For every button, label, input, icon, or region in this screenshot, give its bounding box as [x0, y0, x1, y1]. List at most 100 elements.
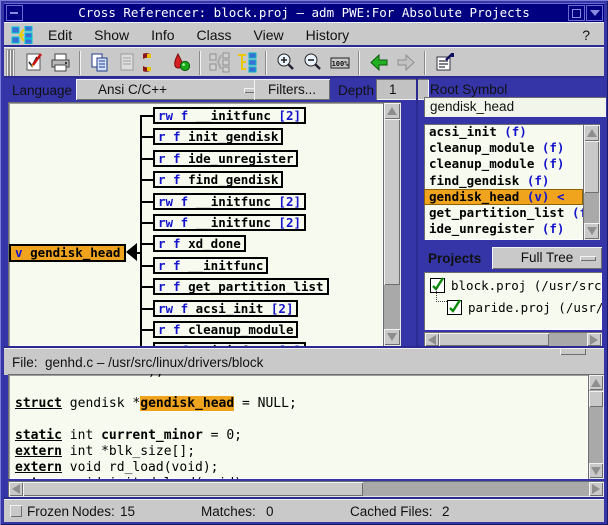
magnet-icon: [143, 52, 165, 74]
scroll-right-button[interactable]: [587, 333, 601, 346]
menu-item-history[interactable]: History: [295, 27, 361, 43]
depth-input[interactable]: 1: [376, 79, 429, 100]
graph-node[interactable]: r f get_partition_list: [153, 278, 329, 295]
root-graph-node[interactable]: v gendisk_head: [9, 244, 126, 262]
scroll-right-button[interactable]: [589, 482, 603, 496]
zoom-100-button[interactable]: 100%: [326, 50, 353, 76]
edit-check-button[interactable]: [20, 50, 47, 76]
code-line: extern int *blk_size[];: [15, 444, 588, 460]
unfold-tree-button[interactable]: [233, 50, 260, 76]
projects-tree[interactable]: block.proj (/usr/src/lin paride.proj (/us…: [424, 272, 602, 330]
frozen-toggle[interactable]: [10, 505, 22, 517]
code-text: int *blk_size[];: [62, 444, 195, 459]
project-label: block.proj (/usr/src/lin: [445, 278, 602, 293]
shade-icon: [590, 10, 600, 16]
projects-hscrollbar[interactable]: [424, 332, 602, 347]
maximize-button[interactable]: [568, 5, 585, 21]
root-symbol-input[interactable]: gendisk_head: [424, 97, 606, 117]
zoom-in-icon: [275, 52, 297, 74]
projects-mode-dropdown[interactable]: Full Tree: [492, 247, 602, 269]
project-tree-row[interactable]: paride.proj (/usr/src: [447, 298, 602, 316]
graph-connector: [140, 308, 153, 310]
zoom-out-button[interactable]: [299, 50, 326, 76]
file-label: File:: [12, 355, 38, 370]
symbol-list[interactable]: acsi_init (f)cleanup_module (f)cleanup_m…: [424, 124, 583, 240]
symbol-list-item[interactable]: cleanup_module (f): [424, 140, 583, 156]
code-line: [15, 380, 588, 396]
arrow-right-icon: [590, 335, 598, 345]
graph-node[interactable]: rw f __initfunc [2]: [153, 107, 306, 124]
scrollbar-thumb[interactable]: [23, 482, 363, 496]
graph-vscrollbar[interactable]: [383, 102, 401, 346]
shade-button[interactable]: [586, 5, 603, 21]
help-menu[interactable]: ?: [582, 27, 590, 43]
scroll-down-button[interactable]: [589, 463, 603, 478]
properties-button[interactable]: [431, 50, 458, 76]
menu-item-view[interactable]: View: [243, 27, 295, 43]
graph-node[interactable]: r f xd_done: [153, 235, 246, 252]
forward-disabled-button: [392, 50, 419, 76]
graph-node[interactable]: r f cleanup_module: [153, 321, 298, 338]
symbol-list-vscrollbar[interactable]: [583, 124, 600, 240]
language-label: Language: [12, 83, 72, 98]
project-checkbox[interactable]: [447, 300, 462, 315]
graph-connector-trunk: [140, 115, 142, 346]
pane-resize-handle[interactable]: [560, 348, 586, 355]
graph-node[interactable]: rw f acsi_init [2]: [153, 300, 298, 317]
menu-item-class[interactable]: Class: [186, 27, 243, 43]
scroll-down-button[interactable]: [584, 223, 599, 239]
menu-item-edit[interactable]: Edit: [37, 27, 83, 43]
scrollbar-thumb[interactable]: [439, 333, 549, 346]
menu-item-info[interactable]: Info: [140, 27, 185, 43]
symbol-list-item[interactable]: get_partition_list (f): [424, 205, 583, 221]
zoom-in-button[interactable]: [272, 50, 299, 76]
filters-button[interactable]: Filters...: [254, 79, 330, 100]
node-access-prefix: r f: [158, 151, 188, 166]
project-tree-row[interactable]: block.proj (/usr/src/lin: [430, 276, 602, 294]
code-hscrollbar[interactable]: [8, 481, 604, 497]
copy-button[interactable]: [86, 50, 113, 76]
symbol-list-item[interactable]: acsi_init (f): [424, 124, 583, 140]
scrollbar-thumb[interactable]: [584, 141, 599, 193]
scroll-down-button[interactable]: [384, 329, 400, 345]
symbol-list-item[interactable]: cleanup_module (f): [424, 156, 583, 172]
symbol-list-item[interactable]: find_gendisk (f): [424, 173, 583, 189]
scroll-left-button[interactable]: [425, 333, 439, 346]
back-button[interactable]: [365, 50, 392, 76]
scrollbar-thumb[interactable]: [384, 119, 400, 285]
symbol-kind: (f): [534, 140, 564, 155]
graph-node[interactable]: r f ide_unregister: [153, 150, 298, 167]
symbol-list-item[interactable]: ide_unregister (f): [424, 221, 583, 237]
source-code-view[interactable]: );struct gendisk *gendisk_head = NULL;st…: [8, 374, 588, 479]
file-path: genhd.c – /usr/src/linux/drivers/block: [45, 355, 263, 370]
graph-node[interactable]: r f find_gendisk: [153, 171, 283, 188]
code-keyword: extern: [15, 444, 62, 459]
title-bar[interactable]: Cross Referencer: block.proj – adm PWE:F…: [4, 3, 604, 23]
print-button[interactable]: [47, 50, 74, 76]
symbol-list-item[interactable]: gendisk_head (v) <: [424, 189, 583, 205]
edit-check-icon: [23, 52, 45, 74]
code-vscrollbar[interactable]: [588, 374, 604, 479]
symbol-kind: (f): [564, 205, 583, 220]
graph-node[interactable]: r f __initfunc: [153, 257, 268, 274]
code-text: gendisk *: [62, 396, 140, 411]
scroll-up-button[interactable]: [384, 103, 400, 119]
magnet-button[interactable]: [140, 50, 167, 76]
scroll-up-button[interactable]: [584, 125, 599, 141]
paint-drop-button[interactable]: [167, 50, 194, 76]
menu-item-show[interactable]: Show: [83, 27, 140, 43]
scroll-up-button[interactable]: [589, 375, 603, 390]
graph-node[interactable]: r f init_gendisk: [153, 128, 283, 145]
scrollbar-thumb[interactable]: [589, 391, 603, 407]
graph-node[interactable]: rw f __initfunc [2]: [153, 193, 306, 210]
code-keyword: extern: [15, 460, 62, 475]
status-bar: Frozen Nodes: 15 Matches: 0 Cached Files…: [4, 499, 604, 522]
maximize-icon: [572, 9, 581, 18]
graph-node[interactable]: rw f __initfunc [2]: [153, 214, 306, 231]
language-dropdown[interactable]: Ansi C/C++: [76, 79, 270, 100]
frozen-label: Frozen: [27, 504, 69, 519]
call-graph-canvas[interactable]: rw f __initfunc [2] r f init_gendiskr f i…: [8, 102, 383, 346]
toolbar-grip[interactable]: [6, 49, 15, 77]
back-icon: [368, 52, 390, 74]
scroll-left-button[interactable]: [9, 482, 23, 496]
